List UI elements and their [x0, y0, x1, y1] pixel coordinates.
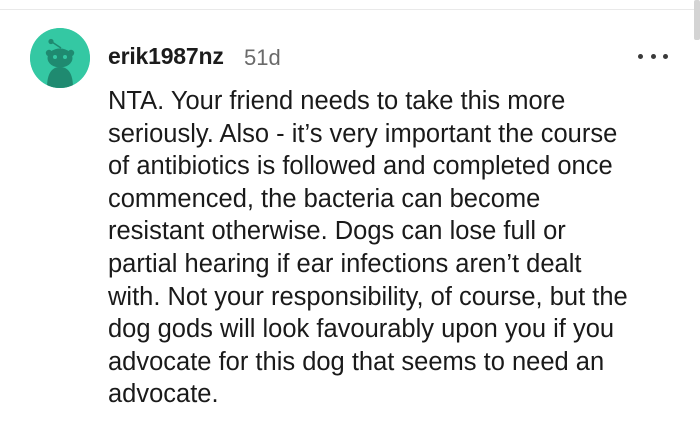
reddit-snoo-avatar-icon[interactable] — [30, 28, 90, 88]
more-options-icon[interactable] — [638, 46, 668, 66]
more-dot — [638, 53, 643, 59]
comment-age: 51d — [244, 45, 281, 70]
snoo-avatar-graphic — [30, 28, 90, 88]
comment-body: NTA. Your friend needs to take this more… — [108, 87, 628, 409]
comment-view: erik1987nz 51d NTA. Your friend needs to… — [0, 0, 700, 423]
more-dot — [663, 53, 668, 59]
more-dot — [650, 53, 656, 59]
top-divider — [0, 9, 700, 10]
scrollbar[interactable] — [694, 0, 700, 40]
comment-author[interactable]: erik1987nz — [108, 43, 224, 70]
